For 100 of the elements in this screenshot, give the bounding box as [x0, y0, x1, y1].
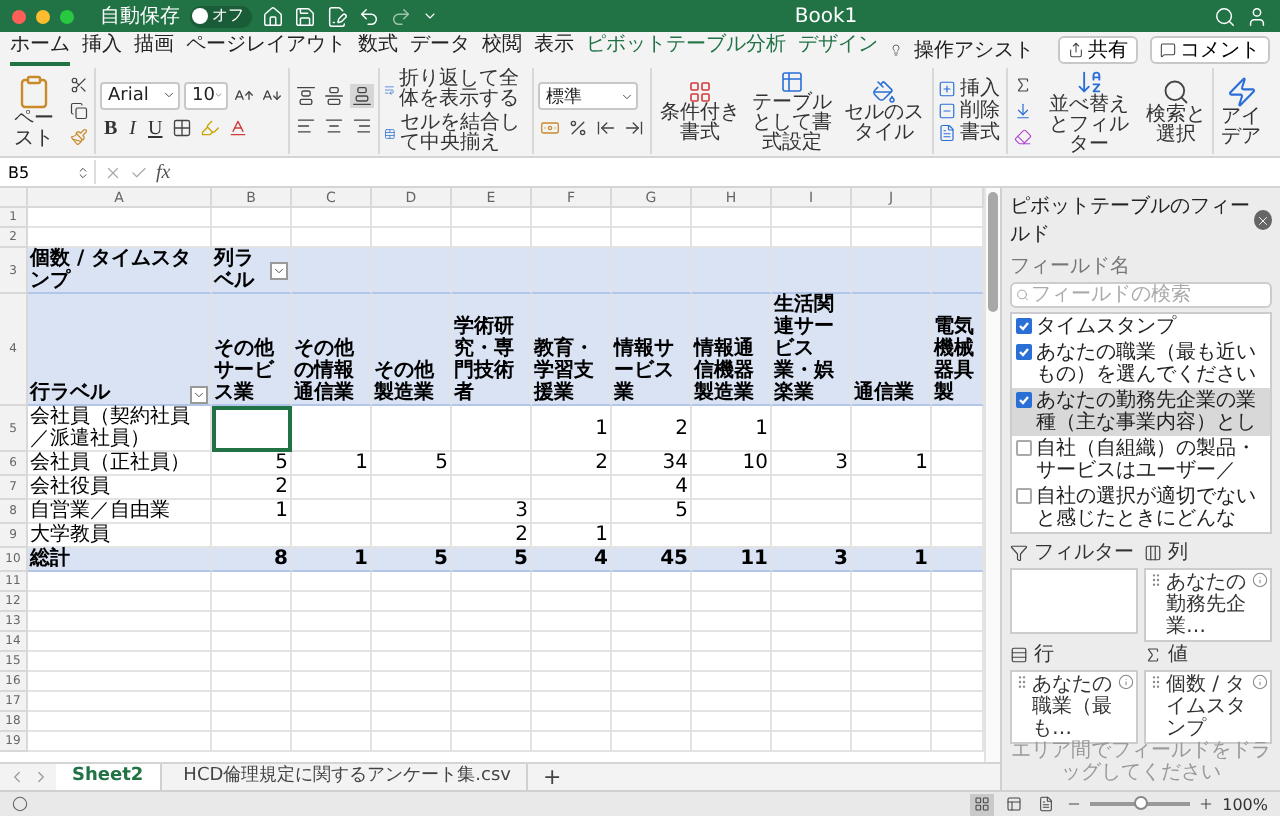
drag-handle-icon[interactable]: [1148, 572, 1164, 588]
table-cell[interactable]: [372, 208, 452, 228]
table-cell[interactable]: [292, 632, 372, 652]
table-cell[interactable]: [932, 672, 984, 692]
table-cell[interactable]: 教育・学習支援業: [532, 294, 612, 406]
table-cell[interactable]: [772, 208, 852, 228]
drop-area[interactable]: [1010, 568, 1138, 634]
area-field[interactable]: あなたの職業（最も…: [1032, 674, 1116, 740]
table-cell[interactable]: [452, 592, 532, 612]
table-cell[interactable]: [372, 406, 452, 452]
table-cell[interactable]: 5: [212, 452, 292, 476]
table-cell[interactable]: 1: [852, 548, 932, 572]
table-cell[interactable]: [692, 612, 772, 632]
increase-decimal-button[interactable]: [594, 116, 618, 140]
table-cell[interactable]: [372, 228, 452, 248]
table-cell[interactable]: [212, 208, 292, 228]
table-cell[interactable]: 5: [372, 452, 452, 476]
table-cell[interactable]: [532, 732, 612, 752]
table-cell[interactable]: [212, 672, 292, 692]
table-cell[interactable]: [372, 476, 452, 500]
table-cell[interactable]: [452, 612, 532, 632]
info-icon[interactable]: [1118, 674, 1134, 690]
cut-button[interactable]: [68, 74, 90, 96]
field-item[interactable]: 自社の選択が適切でないと感じたときにどんな: [1012, 484, 1270, 532]
ribbon-tab[interactable]: 表示: [534, 32, 574, 66]
table-cell[interactable]: 1: [852, 452, 932, 476]
table-cell[interactable]: [852, 248, 932, 294]
table-cell[interactable]: [532, 712, 612, 732]
table-cell[interactable]: [612, 612, 692, 632]
area-field[interactable]: あなたの勤務先企業…: [1166, 572, 1250, 638]
table-cell[interactable]: [852, 732, 932, 752]
table-cell[interactable]: [292, 248, 372, 294]
previous-sheet-icon[interactable]: [8, 768, 26, 786]
drop-area[interactable]: あなたの勤務先企業…: [1144, 568, 1272, 642]
table-cell[interactable]: 2: [532, 452, 612, 476]
table-cell[interactable]: [28, 672, 212, 692]
table-cell[interactable]: 学術研究・専門技術者: [452, 294, 532, 406]
table-cell[interactable]: [612, 732, 692, 752]
italic-button[interactable]: I: [125, 115, 141, 141]
zoom-window-icon[interactable]: [60, 9, 74, 23]
search-field[interactable]: フィールドの検索: [1010, 282, 1272, 308]
table-cell[interactable]: [28, 228, 212, 248]
table-cell[interactable]: [772, 228, 852, 248]
table-cell[interactable]: [932, 632, 984, 652]
table-cell[interactable]: [772, 612, 852, 632]
table-cell[interactable]: [372, 732, 452, 752]
table-cell[interactable]: [612, 248, 692, 294]
table-cell[interactable]: [932, 592, 984, 612]
table-cell[interactable]: 大学教員: [28, 524, 212, 548]
table-cell[interactable]: 会社役員: [28, 476, 212, 500]
wrap-text-button[interactable]: 折り返して全体を表示する: [384, 69, 528, 109]
edit-icon[interactable]: [326, 5, 348, 27]
font-size-field[interactable]: 10: [184, 81, 228, 109]
table-cell[interactable]: [292, 652, 372, 672]
table-cell[interactable]: 総計: [28, 548, 212, 572]
table-cell[interactable]: [532, 208, 612, 228]
drag-handle-icon[interactable]: [1148, 674, 1164, 690]
table-cell[interactable]: [772, 632, 852, 652]
table-cell[interactable]: [772, 476, 852, 500]
table-cell[interactable]: 1: [292, 452, 372, 476]
table-cell[interactable]: 4: [532, 548, 612, 572]
table-cell[interactable]: [612, 572, 692, 592]
table-cell[interactable]: [692, 732, 772, 752]
copy-button[interactable]: [68, 100, 90, 122]
table-cell[interactable]: [932, 208, 984, 228]
next-sheet-icon[interactable]: [32, 768, 50, 786]
filter-button[interactable]: [270, 261, 288, 279]
selected-cell[interactable]: [212, 406, 292, 452]
table-cell[interactable]: [372, 632, 452, 652]
drop-area[interactable]: 個数 / タイムスタンプ: [1144, 670, 1272, 744]
table-cell[interactable]: [932, 732, 984, 752]
slider-thumb[interactable]: [1134, 796, 1149, 810]
ribbon-tab[interactable]: ホーム: [10, 32, 70, 66]
table-cell[interactable]: 個数 / タイムスタンプ: [28, 248, 212, 294]
table-cell[interactable]: [692, 208, 772, 228]
checkbox[interactable]: [1016, 440, 1032, 456]
table-cell[interactable]: [852, 672, 932, 692]
table-cell[interactable]: 11: [692, 548, 772, 572]
tell-me-field[interactable]: 操作アシスト: [914, 35, 1034, 63]
table-cell[interactable]: [372, 672, 452, 692]
table-cell[interactable]: 2: [612, 406, 692, 452]
table-cell[interactable]: [932, 612, 984, 632]
percent-button[interactable]: [566, 116, 590, 140]
merge-center-button[interactable]: セルを結合して中央揃え: [384, 113, 528, 153]
table-cell[interactable]: [372, 652, 452, 672]
drag-handle-icon[interactable]: [1014, 674, 1030, 690]
table-cell[interactable]: [212, 524, 292, 548]
user-icon[interactable]: [1246, 5, 1268, 27]
table-cell[interactable]: [612, 712, 692, 732]
table-cell[interactable]: [612, 672, 692, 692]
table-cell[interactable]: [292, 672, 372, 692]
style-button[interactable]: テーブルとして書式設定: [748, 69, 836, 153]
table-cell[interactable]: [932, 476, 984, 500]
underline-button[interactable]: U: [144, 115, 167, 141]
table-cell[interactable]: [452, 672, 532, 692]
function-button[interactable]: fx: [156, 161, 171, 183]
table-cell[interactable]: [28, 592, 212, 612]
view-button[interactable]: [1002, 793, 1027, 815]
minimize-window-icon[interactable]: [36, 9, 50, 23]
table-cell[interactable]: [372, 524, 452, 548]
